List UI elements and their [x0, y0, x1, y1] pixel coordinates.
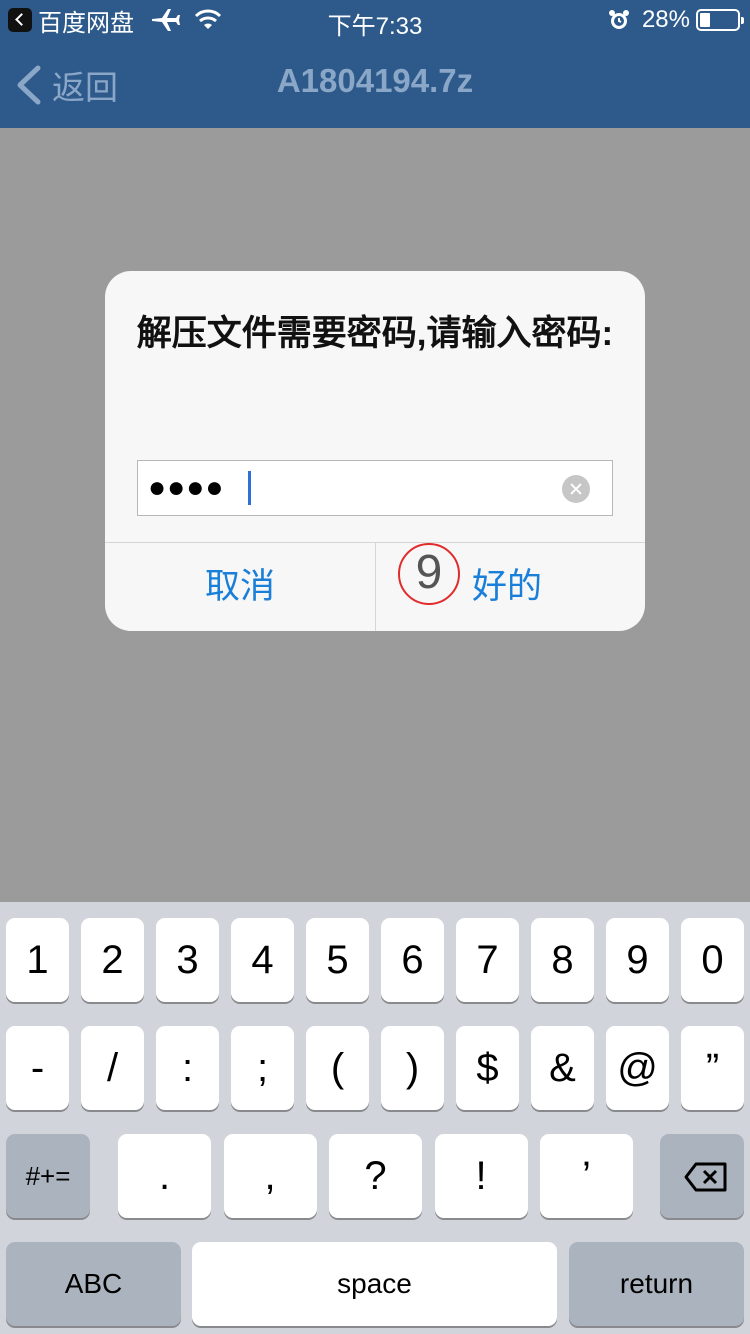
text-caret [248, 471, 251, 505]
key-punctuation[interactable]: ! [434, 1134, 528, 1218]
ok-label: 好的 [472, 567, 543, 606]
delete-key[interactable] [660, 1134, 744, 1218]
password-dialog: 解压文件需要密码,请输入密码: ●●●● 取消 9 好的 [105, 271, 645, 631]
key-4[interactable]: 4 [231, 918, 294, 1002]
key-6[interactable]: 6 [381, 918, 444, 1002]
key-punctuation[interactable]: . [118, 1134, 211, 1218]
key-symbol[interactable]: $ [456, 1026, 519, 1110]
password-value: ●●●● [148, 471, 225, 504]
status-bar: 百度网盘 下午7:33 28% [0, 0, 750, 40]
battery-level [700, 13, 710, 27]
key-symbol[interactable]: : [156, 1026, 219, 1110]
key-3[interactable]: 3 [156, 918, 219, 1002]
key-punctuation[interactable]: ’ [540, 1134, 633, 1218]
key-0[interactable]: 0 [681, 918, 744, 1002]
password-input[interactable]: ●●●● [137, 460, 613, 516]
key-symbol[interactable]: & [531, 1026, 594, 1110]
return-key[interactable]: return [569, 1242, 744, 1326]
key-1[interactable]: 1 [6, 918, 69, 1002]
key-symbol[interactable]: - [6, 1026, 69, 1110]
key-symbol[interactable]: ; [231, 1026, 294, 1110]
abc-key[interactable]: ABC [6, 1242, 181, 1326]
key-symbol[interactable]: ( [306, 1026, 369, 1110]
key-punctuation[interactable]: ? [329, 1134, 422, 1218]
dialog-message: 解压文件需要密码,请输入密码: [136, 314, 614, 353]
more-symbols-key[interactable]: #+= [6, 1134, 90, 1218]
status-right: 28% [608, 6, 744, 34]
backspace-icon [684, 1162, 727, 1192]
key-2[interactable]: 2 [81, 918, 144, 1002]
key-symbol[interactable]: ) [381, 1026, 444, 1110]
battery-percent: 28% [641, 6, 690, 33]
top-bar: 百度网盘 下午7:33 28% 返回 A1804194.7z [0, 0, 750, 128]
step-marker: 9 [398, 543, 460, 605]
key-punctuation[interactable]: , [223, 1134, 317, 1218]
cancel-button[interactable]: 取消 [105, 543, 375, 631]
ok-button[interactable]: 9 好的 [376, 543, 645, 631]
key-symbol[interactable]: ” [681, 1026, 744, 1110]
page-title: A1804194.7z [276, 62, 474, 99]
clear-input-icon[interactable] [562, 475, 590, 503]
keyboard: 1 2 3 4 5 6 7 8 9 0 - /:;() $ & @” #+=.,?!’ ABC space retu… [0, 902, 750, 1334]
key-7[interactable]: 7 [456, 918, 519, 1002]
space-key[interactable]: space [192, 1242, 557, 1326]
battery-icon [696, 9, 744, 31]
key-symbol[interactable]: @ [606, 1026, 669, 1110]
alarm-icon [608, 10, 629, 29]
key-8[interactable]: 8 [531, 918, 594, 1002]
key-symbol[interactable]: / [81, 1026, 144, 1110]
key-9[interactable]: 9 [606, 918, 669, 1002]
key-5[interactable]: 5 [306, 918, 369, 1002]
